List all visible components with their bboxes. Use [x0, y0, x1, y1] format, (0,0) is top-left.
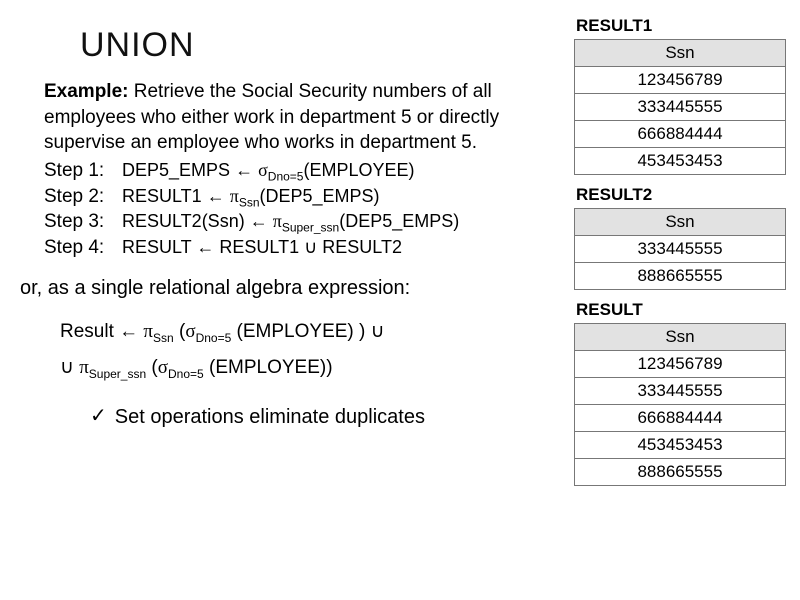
expr-line-1: Result ← πSsn (σDno=5 (EMPLOYEE) ) ∪ [60, 314, 560, 350]
table-row: 888665555 [575, 459, 786, 486]
steps-list: Step 1: DEP5_EMPS ← σDno=5(EMPLOYEE) Ste… [44, 160, 560, 259]
step-2: Step 2: RESULT1 ← πSsn(DEP5_EMPS) [44, 186, 560, 210]
example-label: Example: [44, 81, 128, 102]
table-header: Ssn [575, 40, 786, 67]
step-expr: RESULT1 ← πSsn(DEP5_EMPS) [122, 186, 380, 210]
step-label: Step 3: [44, 211, 122, 233]
table-result: Ssn 123456789 333445555 666884444 453453… [574, 323, 786, 486]
content-left: UNION Example: Retrieve the Social Secur… [0, 0, 570, 600]
step-label: Step 4: [44, 237, 122, 259]
table-header-row: Ssn [575, 324, 786, 351]
footnote-text: Set operations eliminate duplicates [115, 406, 425, 428]
table-row: 333445555 [575, 94, 786, 121]
example-text: Example: Retrieve the Social Security nu… [44, 79, 540, 156]
slide: UNION Example: Retrieve the Social Secur… [0, 0, 800, 600]
table-header: Ssn [575, 209, 786, 236]
tables-column: RESULT1 Ssn 123456789 333445555 66688444… [570, 0, 800, 600]
table-row: 666884444 [575, 121, 786, 148]
step-1: Step 1: DEP5_EMPS ← σDno=5(EMPLOYEE) [44, 160, 560, 184]
table-header-row: Ssn [575, 209, 786, 236]
table-caption-result: RESULT [576, 300, 786, 320]
table-result2: Ssn 333445555 888665555 [574, 208, 786, 290]
table-row: 123456789 [575, 351, 786, 378]
slide-title: UNION [80, 26, 560, 65]
step-3: Step 3: RESULT2(Ssn) ← πSuper_ssn(DEP5_E… [44, 211, 560, 235]
step-4: Step 4: RESULT ← RESULT1 ∪ RESULT2 [44, 237, 560, 259]
check-icon: ✓ [90, 403, 107, 428]
table-row: 333445555 [575, 378, 786, 405]
table-row: 666884444 [575, 405, 786, 432]
table-header: Ssn [575, 324, 786, 351]
table-row: 333445555 [575, 236, 786, 263]
step-label: Step 2: [44, 186, 122, 208]
expr-line-2: ∪ πSuper_ssn (σDno=5 (EMPLOYEE)) [60, 350, 560, 386]
table-row: 888665555 [575, 263, 786, 290]
table-result1: Ssn 123456789 333445555 666884444 453453… [574, 39, 786, 175]
table-row: 453453453 [575, 148, 786, 175]
table-header-row: Ssn [575, 40, 786, 67]
step-label: Step 1: [44, 160, 122, 182]
step-expr: RESULT ← RESULT1 ∪ RESULT2 [122, 237, 402, 258]
table-caption-result2: RESULT2 [576, 185, 786, 205]
table-caption-result1: RESULT1 [576, 16, 786, 36]
or-line: or, as a single relational algebra expre… [20, 277, 560, 300]
table-row: 453453453 [575, 432, 786, 459]
single-expression: Result ← πSsn (σDno=5 (EMPLOYEE) ) ∪ ∪ π… [60, 314, 560, 386]
table-row: 123456789 [575, 67, 786, 94]
footnote: ✓ Set operations eliminate duplicates [90, 404, 560, 429]
step-expr: RESULT2(Ssn) ← πSuper_ssn(DEP5_EMPS) [122, 211, 459, 235]
step-expr: DEP5_EMPS ← σDno=5(EMPLOYEE) [122, 160, 415, 184]
